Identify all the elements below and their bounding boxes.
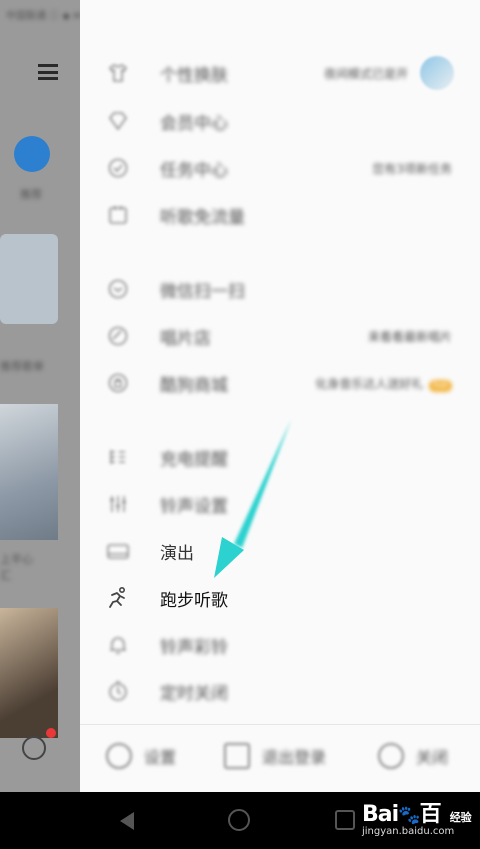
logout-label: 退出登录 (262, 748, 327, 767)
watermark-url: jingyan.baidu.com (362, 826, 455, 837)
playlist-cover (0, 608, 58, 738)
playlist-caption: 上平心汇 (0, 553, 33, 582)
menu-item-free-data[interactable]: 听歌免流量 (80, 192, 480, 238)
menu-item-label: 唱片店 (160, 328, 211, 349)
notification-dot (46, 728, 56, 738)
recommend-label: 推荐 (20, 188, 42, 201)
close-app-button[interactable]: 关闭 (378, 743, 448, 769)
drawer-footer: 设置 退出登录 关闭 (80, 724, 480, 790)
theme-avatar (420, 56, 454, 90)
menu-item-label: 跑步听歌 (160, 590, 228, 611)
watermark-logo: Bai🐾百 (362, 802, 442, 827)
power-icon (378, 743, 404, 769)
playlist-cover (0, 404, 58, 540)
menu-item-record-store[interactable]: 唱片店 来看看最新唱片 (80, 313, 480, 359)
recommend-icon (14, 136, 50, 172)
disc-icon (106, 324, 130, 348)
menu-item-vip[interactable]: 会员中心 (80, 98, 480, 144)
scan-icon (106, 277, 130, 301)
shirt-icon (106, 61, 130, 85)
menu-item-tasks[interactable]: 任务中心 您有3项新任务 (80, 145, 480, 191)
settings-button[interactable]: 设置 (106, 743, 176, 769)
diamond-icon (106, 109, 130, 133)
home-icon[interactable] (228, 809, 250, 831)
menu-item-label: 定时关闭 (160, 683, 228, 704)
charge-icon (106, 445, 130, 469)
menu-item-label: 酷狗商城 (160, 375, 228, 396)
running-icon (106, 586, 130, 610)
menu-item-shows[interactable]: 演出 (80, 528, 480, 574)
menu-item-label: 演出 (160, 543, 194, 564)
menu-item-label: 会员中心 (160, 113, 228, 134)
bell-icon (106, 633, 130, 657)
background-app: 推荐 推荐歌单 上平心汇 (0, 0, 80, 792)
equalizer-icon (106, 492, 130, 516)
menu-item-timer[interactable]: 定时关闭 (80, 668, 480, 714)
watermark-sub: 经验 (449, 811, 472, 824)
recent-apps-icon[interactable] (335, 810, 355, 830)
ticket-icon (106, 539, 130, 563)
menu-item-label: 铃声彩铃 (160, 637, 228, 658)
menu-item-label: 充电提醒 (160, 449, 228, 470)
section-label: 推荐歌单 (0, 360, 44, 373)
calendar-icon (106, 203, 130, 227)
avatar (22, 736, 46, 760)
menu-item-running-music[interactable]: 跑步听歌 (80, 575, 480, 621)
menu-item-charge[interactable]: 充电提醒 (80, 434, 480, 480)
menu-item-label: 微信扫一扫 (160, 281, 245, 302)
task-icon (106, 156, 130, 180)
back-icon[interactable] (120, 812, 134, 830)
menu-item-theme[interactable]: 个性换肤 夜间模式已是开 (80, 50, 480, 96)
hot-badge: hot (429, 379, 452, 392)
watermark: Bai🐾百 经验 jingyan.baidu.com (362, 796, 476, 846)
menu-item-ringtone-settings[interactable]: 铃声设置 (80, 481, 480, 527)
menu-item-hint: 您有3项新任务 (372, 161, 452, 176)
menu-item-scan[interactable]: 微信扫一扫 (80, 266, 480, 312)
menu-icon (38, 64, 58, 80)
menu-item-hint: 来看看最新唱片 (367, 329, 452, 344)
side-drawer: 个性换肤 夜间模式已是开 会员中心 任务中心 您有3项新任务 听歌免流量 微信扫… (80, 0, 480, 792)
banner-card (0, 234, 58, 324)
menu-item-label: 个性换肤 (160, 65, 228, 86)
timer-icon (106, 679, 130, 703)
menu-item-label: 任务中心 (160, 160, 228, 181)
settings-label: 设置 (144, 748, 177, 767)
menu-item-ringtone[interactable]: 铃声彩铃 (80, 622, 480, 668)
menu-item-hint: 化身音乐达人送好礼 hot (315, 375, 452, 392)
bag-icon (106, 371, 130, 395)
logout-icon (224, 743, 250, 769)
menu-item-hint: 夜间模式已是开 (323, 66, 408, 81)
menu-item-mall[interactable]: 酷狗商城 化身音乐达人送好礼 hot (80, 360, 480, 406)
menu-item-label: 听歌免流量 (160, 207, 245, 228)
menu-item-label: 铃声设置 (160, 496, 228, 517)
close-label: 关闭 (416, 748, 449, 767)
logout-button[interactable]: 退出登录 (224, 743, 326, 769)
gear-icon (106, 743, 132, 769)
